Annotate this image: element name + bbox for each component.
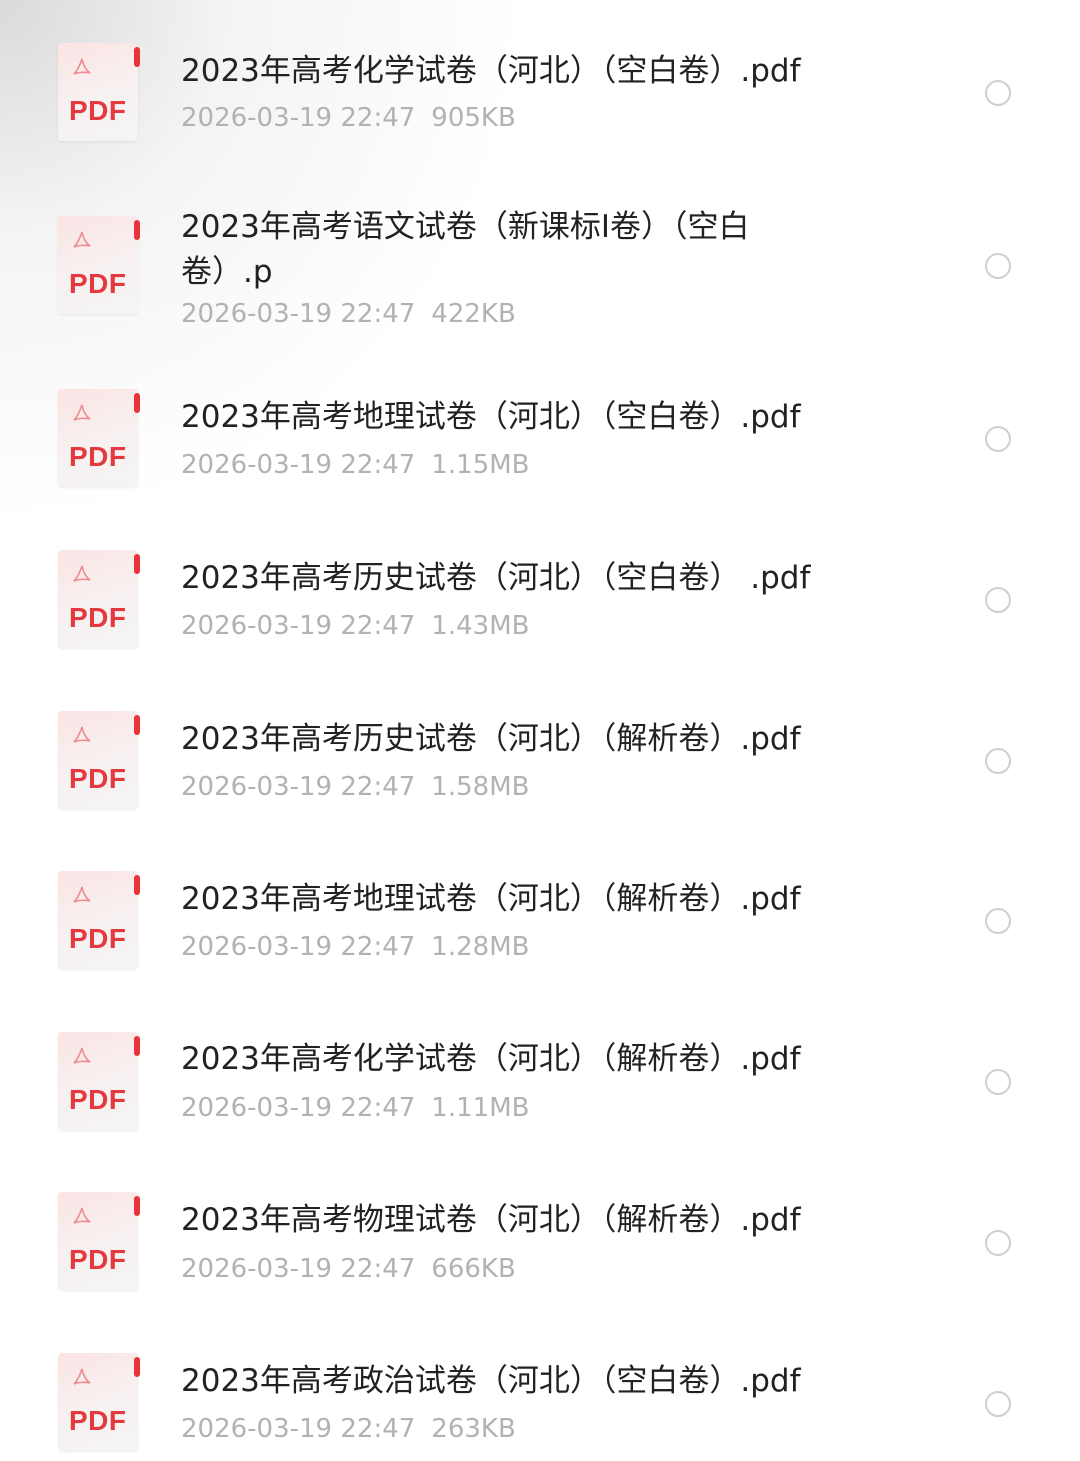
file-size: 1.28MB — [431, 932, 530, 962]
select-radio[interactable] — [985, 253, 1011, 279]
file-name: 2023年高考政治试卷（河北）（空白卷）.pdf — [181, 1363, 801, 1399]
pdf-label: PDF — [69, 1244, 127, 1275]
file-row[interactable]: PDF 2023年高考化学试卷（河北）（解析卷）.pdf 2026-03-19 … — [0, 1010, 1080, 1170]
file-date: 2026-03-19 22:47 — [181, 103, 416, 133]
file-name: 2023年高考地理试卷（河北）（解析卷）.pdf — [181, 881, 801, 917]
file-list-screen: PDF 2023年高考化学试卷（河北）（空白卷）.pdf 2026-03-19 … — [0, 0, 1080, 1461]
pdf-label: PDF — [69, 268, 127, 299]
acrobat-icon — [73, 58, 91, 75]
file-row[interactable]: PDF 2023年高考历史试卷（河北）（解析卷）.pdf 2026-03-19 … — [0, 690, 1080, 850]
select-radio[interactable] — [985, 426, 1011, 452]
file-size: 1.15MB — [431, 450, 530, 480]
select-radio[interactable] — [985, 80, 1011, 106]
file-meta: 2026-03-19 22:47 1.28MB — [181, 932, 529, 962]
file-row[interactable]: PDF 2023年高考地理试卷（河北）（空白卷）.pdf 2026-03-19 … — [0, 360, 1080, 530]
file-meta: 2026-03-19 22:47 422KB — [181, 299, 516, 329]
pdf-label: PDF — [69, 923, 127, 954]
file-date: 2026-03-19 22:47 — [181, 1414, 416, 1444]
file-date: 2026-03-19 22:47 — [181, 932, 416, 962]
file-date: 2026-03-19 22:47 — [181, 772, 416, 802]
file-size: 1.58MB — [431, 772, 530, 802]
file-name: 2023年高考历史试卷（河北）（解析卷）.pdf — [181, 721, 801, 757]
pdf-file-icon: PDF — [58, 711, 142, 811]
file-name: 2023年高考化学试卷（河北）（解析卷）.pdf — [181, 1041, 801, 1077]
pdf-file-icon: PDF — [58, 1353, 142, 1453]
file-meta: 2026-03-19 22:47 905KB — [181, 103, 516, 133]
file-list: PDF 2023年高考化学试卷（河北）（空白卷）.pdf 2026-03-19 … — [0, 0, 1080, 1461]
file-meta: 2026-03-19 22:47 1.15MB — [181, 450, 529, 480]
file-size: 1.11MB — [431, 1093, 530, 1123]
select-radio[interactable] — [985, 1069, 1011, 1095]
pdf-label: PDF — [69, 1084, 127, 1115]
acrobat-icon — [73, 565, 91, 582]
acrobat-icon — [73, 1368, 91, 1385]
file-size: 666KB — [431, 1254, 516, 1284]
pdf-label: PDF — [69, 441, 127, 472]
pdf-file-icon: PDF — [58, 550, 142, 650]
pdf-label: PDF — [69, 1405, 127, 1436]
file-name: 2023年高考地理试卷（河北）（空白卷）.pdf — [181, 399, 801, 435]
file-row[interactable]: PDF 2023年高考地理试卷（河北）（解析卷）.pdf 2026-03-19 … — [0, 850, 1080, 1010]
file-date: 2026-03-19 22:47 — [181, 450, 416, 480]
acrobat-icon — [73, 404, 91, 421]
pdf-file-icon: PDF — [58, 216, 142, 316]
pdf-file-icon: PDF — [58, 43, 142, 143]
file-date: 2026-03-19 22:47 — [181, 611, 416, 641]
acrobat-icon — [73, 886, 91, 903]
select-radio[interactable] — [985, 1230, 1011, 1256]
pdf-file-icon: PDF — [58, 1192, 142, 1292]
file-size: 1.43MB — [431, 611, 530, 641]
pdf-label: PDF — [69, 763, 127, 794]
file-row[interactable]: PDF 2023年高考化学试卷（河北）（空白卷）.pdf 2026-03-19 … — [0, 0, 1080, 180]
file-row[interactable]: PDF 2023年高考政治试卷（河北）（空白卷）.pdf 2026-03-19 … — [0, 1330, 1080, 1461]
acrobat-icon — [73, 726, 91, 743]
file-row[interactable]: PDF 2023年高考物理试卷（河北）（解析卷）.pdf 2026-03-19 … — [0, 1170, 1080, 1330]
acrobat-icon — [73, 1047, 91, 1064]
file-size: 905KB — [431, 103, 516, 133]
file-meta: 2026-03-19 22:47 263KB — [181, 1414, 516, 1444]
file-name: 2023年高考化学试卷（河北）（空白卷）.pdf — [181, 53, 801, 89]
file-meta: 2026-03-19 22:47 1.11MB — [181, 1093, 529, 1123]
file-meta: 2026-03-19 22:47 1.58MB — [181, 772, 529, 802]
pdf-file-icon: PDF — [58, 871, 142, 971]
select-radio[interactable] — [985, 1391, 1011, 1417]
file-date: 2026-03-19 22:47 — [181, 1093, 416, 1123]
file-name: 2023年高考历史试卷（河北）（空白卷） .pdf — [181, 560, 811, 596]
select-radio[interactable] — [985, 748, 1011, 774]
file-size: 422KB — [431, 299, 516, 329]
pdf-file-icon: PDF — [58, 389, 142, 489]
file-row[interactable]: PDF 2023年高考语文试卷（新课标Ⅰ卷）（空白卷）.p 2026-03-19… — [0, 180, 1080, 360]
pdf-label: PDF — [69, 602, 127, 633]
file-name: 2023年高考物理试卷（河北）（解析卷）.pdf — [181, 1202, 801, 1238]
select-radio[interactable] — [985, 587, 1011, 613]
acrobat-icon — [73, 231, 91, 248]
file-row[interactable]: PDF 2023年高考历史试卷（河北）（空白卷） .pdf 2026-03-19… — [0, 530, 1080, 690]
file-name: 2023年高考语文试卷（新课标Ⅰ卷）（空白卷）.p — [181, 209, 750, 290]
acrobat-icon — [73, 1207, 91, 1224]
select-radio[interactable] — [985, 908, 1011, 934]
file-meta: 2026-03-19 22:47 1.43MB — [181, 611, 529, 641]
pdf-label: PDF — [69, 95, 127, 126]
file-date: 2026-03-19 22:47 — [181, 1254, 416, 1284]
file-date: 2026-03-19 22:47 — [181, 299, 416, 329]
file-meta: 2026-03-19 22:47 666KB — [181, 1254, 516, 1284]
pdf-file-icon: PDF — [58, 1032, 142, 1132]
file-size: 263KB — [431, 1414, 516, 1444]
